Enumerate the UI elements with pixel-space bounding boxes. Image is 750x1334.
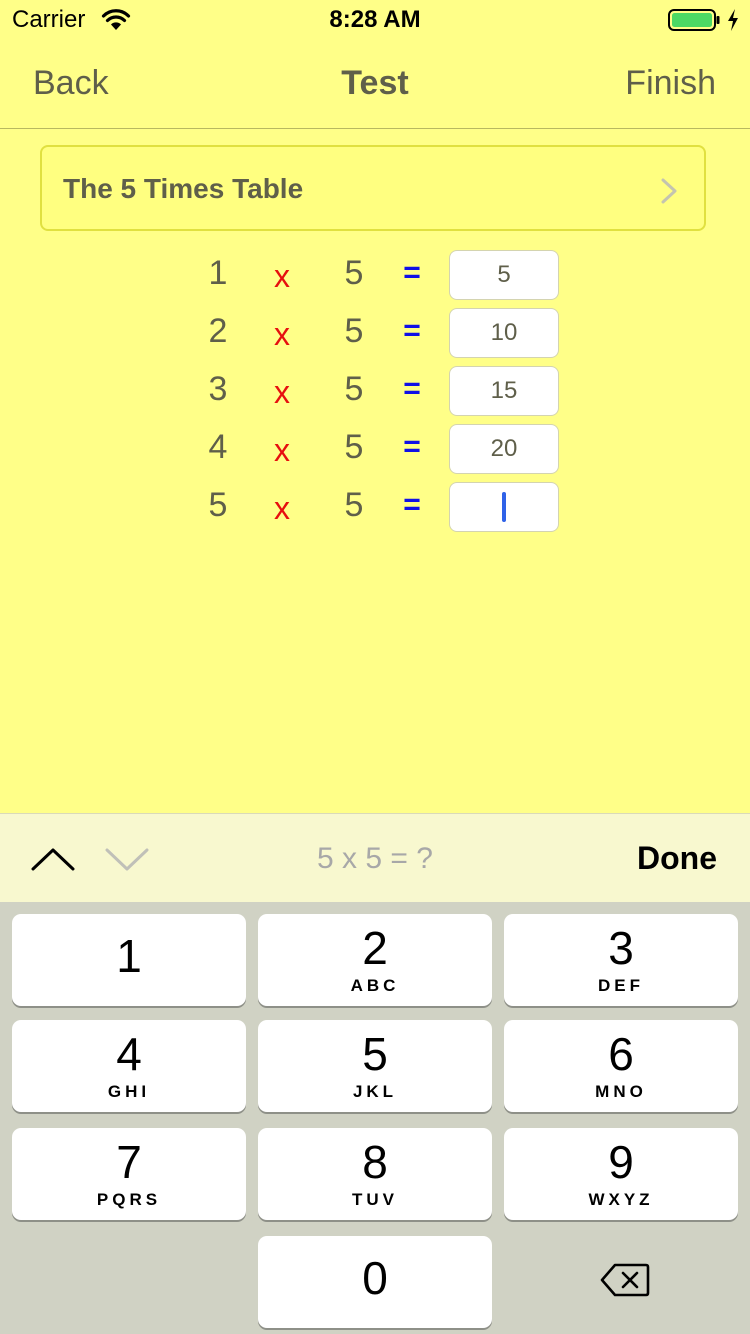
multiplicand: 5 — [344, 428, 364, 466]
key-letters: GHI — [107, 1082, 151, 1101]
key-letters: MNO — [595, 1082, 647, 1101]
multiply-sign: x — [274, 258, 290, 294]
answer-field[interactable]: 5 — [449, 250, 559, 300]
equation-row: 1 x 5 = 5 — [0, 250, 750, 300]
chevron-up-icon[interactable] — [30, 842, 76, 876]
charging-bolt-icon — [728, 9, 738, 31]
key-digit: 3 — [608, 922, 634, 974]
key-6[interactable]: 6 MNO — [504, 1020, 738, 1112]
equals-sign: = — [403, 372, 421, 405]
key-digit: 4 — [116, 1028, 142, 1080]
multiply-sign: x — [274, 374, 290, 410]
answer-field[interactable]: 10 — [449, 308, 559, 358]
chevron-right-icon — [661, 178, 677, 204]
key-5[interactable]: 5 JKL — [258, 1020, 492, 1112]
key-letters: PQRS — [96, 1190, 162, 1209]
key-letters: JKL — [352, 1082, 398, 1101]
key-3[interactable]: 3 DEF — [504, 914, 738, 1006]
equals-sign: = — [403, 430, 421, 463]
equation-row: 4 x 5 = 20 — [0, 424, 750, 474]
key-digit: 7 — [116, 1136, 142, 1188]
equals-sign: = — [403, 256, 421, 289]
key-digit: 8 — [362, 1136, 388, 1188]
keyboard-accessory-bar: 5 x 5 = ? Done — [0, 813, 750, 903]
key-4[interactable]: 4 GHI — [12, 1020, 246, 1112]
answer-field[interactable]: 15 — [449, 366, 559, 416]
multiplicand: 5 — [344, 486, 364, 524]
multiplier: 3 — [208, 370, 228, 408]
multiply-sign: x — [274, 316, 290, 352]
back-button[interactable]: Back — [33, 64, 109, 103]
key-digit: 1 — [116, 930, 142, 982]
multiplier: 1 — [208, 254, 228, 292]
times-table-label: The 5 Times Table — [63, 173, 304, 204]
key-letters: DEF — [598, 976, 644, 995]
key-digit: 6 — [608, 1028, 634, 1080]
key-digit: 0 — [362, 1252, 388, 1304]
text-cursor — [502, 492, 506, 522]
key-digit: 5 — [362, 1028, 388, 1080]
equals-sign: = — [403, 314, 421, 347]
key-2[interactable]: 2 ABC — [258, 914, 492, 1006]
status-bar: Carrier 8:28 AM — [0, 0, 750, 40]
key-letters: TUV — [352, 1190, 398, 1209]
equation-row: 3 x 5 = 15 — [0, 366, 750, 416]
key-digit: 2 — [362, 922, 388, 974]
key-digit: 9 — [608, 1136, 634, 1188]
key-letters: ABC — [350, 976, 400, 995]
key-7[interactable]: 7 PQRS — [12, 1128, 246, 1220]
done-button[interactable]: Done — [637, 840, 717, 877]
key-letters: WXYZ — [588, 1190, 654, 1209]
key-9[interactable]: 9 WXYZ — [504, 1128, 738, 1220]
times-table-selector[interactable]: The 5 Times Table — [40, 145, 706, 231]
clock: 8:28 AM — [329, 6, 421, 33]
finish-button[interactable]: Finish — [625, 64, 716, 103]
multiply-sign: x — [274, 432, 290, 468]
multiplier: 2 — [208, 312, 228, 350]
multiplicand: 5 — [344, 370, 364, 408]
key-8[interactable]: 8 TUV — [258, 1128, 492, 1220]
navigation-bar: Back Test Finish — [0, 40, 750, 129]
multiplier: 4 — [208, 428, 228, 466]
key-0[interactable]: 0 — [258, 1236, 492, 1328]
multiply-sign: x — [274, 490, 290, 526]
equals-sign: = — [403, 488, 421, 521]
answer-field[interactable]: 20 — [449, 424, 559, 474]
equation-row: 2 x 5 = 10 — [0, 308, 750, 358]
equation-row-active: 5 x 5 = — [0, 482, 750, 532]
backspace-icon[interactable] — [600, 1262, 650, 1298]
multiplier: 5 — [208, 486, 228, 524]
multiplicand: 5 — [344, 312, 364, 350]
key-1[interactable]: 1 — [12, 914, 246, 1006]
battery-icon — [668, 9, 720, 31]
chevron-down-icon[interactable] — [104, 842, 150, 876]
multiplicand: 5 — [344, 254, 364, 292]
